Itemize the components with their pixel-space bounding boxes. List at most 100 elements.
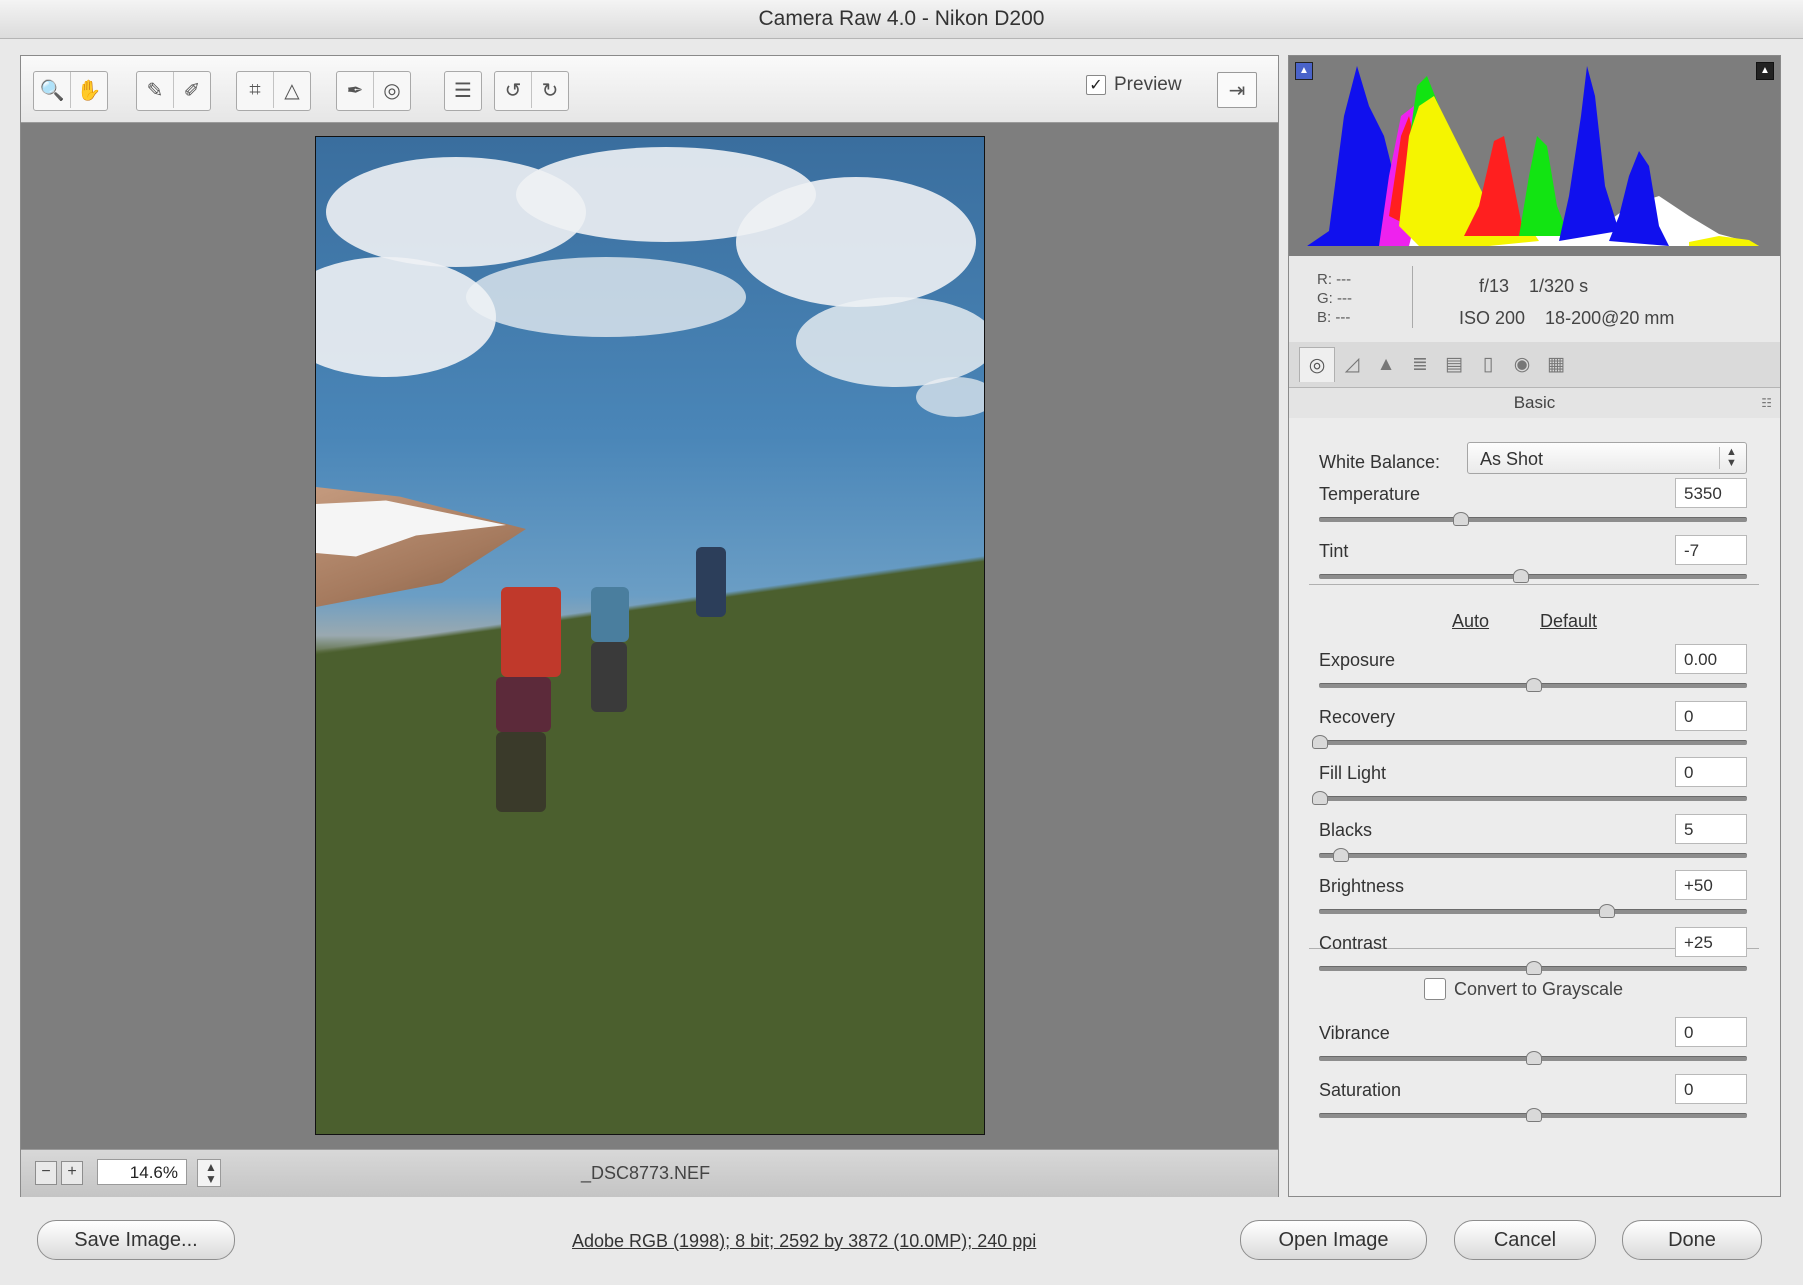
recovery-value-field[interactable]: 0 — [1675, 701, 1747, 731]
color-sampler-tool-icon[interactable]: ✐ — [174, 72, 210, 108]
preferences-icon[interactable]: ☰ — [445, 72, 481, 108]
workflow-options-link[interactable]: Adobe RGB (1998); 8 bit; 2592 by 3872 (1… — [572, 1231, 1036, 1252]
lens: 18-200@20 mm — [1545, 308, 1675, 328]
shutter-speed: 1/320 s — [1529, 276, 1589, 296]
preview-label: Preview — [1114, 74, 1182, 95]
vibrance-slider-thumb[interactable] — [1526, 1051, 1542, 1065]
saturation-value-field[interactable]: 0 — [1675, 1074, 1747, 1104]
exposure-slider-track[interactable] — [1319, 678, 1747, 692]
tab-camera-calibration[interactable]: ◉ — [1505, 348, 1539, 382]
fill-light-label: Fill Light — [1319, 763, 1387, 783]
tab-presets[interactable]: ▦ — [1539, 348, 1573, 382]
iso: ISO 200 — [1459, 308, 1526, 328]
rotate-right-icon[interactable]: ↻ — [532, 72, 568, 108]
temperature-slider-thumb[interactable] — [1453, 512, 1470, 526]
retouch-tool-icon[interactable]: ✒ — [337, 72, 374, 108]
recovery-slider-thumb[interactable] — [1312, 735, 1328, 749]
blacks-slider-thumb[interactable] — [1333, 848, 1350, 862]
preview-image[interactable] — [315, 136, 985, 1135]
contrast-value-field[interactable]: +25 — [1675, 927, 1747, 957]
tab-hsl[interactable]: ≣ — [1403, 348, 1437, 382]
select-arrows-icon: ▲▼ — [1719, 447, 1740, 469]
white-balance-select[interactable]: As Shot ▲▼ — [1467, 442, 1747, 474]
temperature-slider-track[interactable] — [1319, 512, 1747, 526]
tint-slider-thumb[interactable] — [1513, 569, 1530, 583]
cancel-button[interactable]: Cancel — [1454, 1220, 1596, 1260]
slider-recovery: Recovery 0 — [1312, 701, 1747, 757]
zoom-out-button[interactable]: − — [35, 1161, 57, 1185]
open-image-button[interactable]: Open Image — [1240, 1220, 1427, 1260]
brightness-label: Brightness — [1319, 876, 1405, 896]
zoom-in-button[interactable]: + — [61, 1161, 83, 1185]
rgb-readout: R: --- G: --- B: --- — [1317, 270, 1352, 327]
vibrance-slider-track[interactable] — [1319, 1051, 1747, 1065]
tab-detail[interactable]: ▲ — [1369, 348, 1403, 382]
fill-light-slider-track[interactable] — [1312, 791, 1747, 805]
toolbar: 🔍 ✋ ✎ ✐ ⌗ △ ✒ ◎ ☰ ↺ ↻ ✓ Preview ⇥ — [21, 56, 1278, 123]
contrast-slider-track[interactable] — [1319, 961, 1747, 975]
blacks-label: Blacks — [1319, 820, 1373, 840]
tab-split-toning[interactable]: ▤ — [1437, 348, 1471, 382]
toolbar-group-prefs: ☰ — [444, 71, 482, 111]
exposure-value-field[interactable]: 0.00 — [1675, 644, 1747, 674]
white-balance-tool-icon[interactable]: ✎ — [137, 72, 174, 108]
zoom-level-field[interactable]: 14.6% — [97, 1159, 187, 1185]
vibrance-value-field[interactable]: 0 — [1675, 1017, 1747, 1047]
dialog-footer: Save Image... Adobe RGB (1998); 8 bit; 2… — [0, 1205, 1803, 1275]
vibrance-label: Vibrance — [1319, 1023, 1390, 1043]
tint-value-field[interactable]: -7 — [1675, 535, 1747, 565]
saturation-slider-thumb[interactable] — [1526, 1108, 1542, 1122]
toolbar-group-rotate: ↺ ↻ — [494, 71, 569, 111]
done-button[interactable]: Done — [1622, 1220, 1762, 1260]
image-info: R: --- G: --- B: --- f/13 1/320 s ISO 200… — [1289, 256, 1780, 343]
aperture: f/13 — [1479, 276, 1510, 296]
brightness-value-field[interactable]: +50 — [1675, 870, 1747, 900]
fill-light-slider-thumb[interactable] — [1312, 791, 1328, 805]
slider-contrast: Contrast +25 — [1319, 927, 1747, 983]
fill-light-value-field[interactable]: 0 — [1675, 757, 1747, 787]
slider-temperature: Temperature 5350 — [1319, 478, 1747, 534]
tab-basic[interactable]: ◎ — [1299, 347, 1335, 382]
b-label: B: — [1317, 309, 1332, 326]
fullscreen-button[interactable]: ⇥ — [1217, 72, 1257, 108]
save-image-button[interactable]: Save Image... — [37, 1220, 235, 1260]
toolbar-group-sampling: ✎ ✐ — [136, 71, 211, 111]
highlight-clipping-toggle[interactable]: ▲ — [1756, 62, 1774, 80]
saturation-slider-track[interactable] — [1319, 1108, 1747, 1122]
preview-toggle[interactable]: ✓ Preview — [1086, 74, 1182, 96]
blacks-value-field[interactable]: 5 — [1675, 814, 1747, 844]
tab-tone-curve[interactable]: ◿ — [1335, 348, 1369, 382]
red-eye-tool-icon[interactable]: ◎ — [374, 72, 410, 108]
r-value: --- — [1336, 271, 1352, 288]
tint-slider-track[interactable] — [1319, 569, 1747, 583]
auto-button[interactable]: Auto — [1452, 611, 1489, 632]
filename-label: _DSC8773.NEF — [581, 1163, 711, 1183]
tab-lens-corrections[interactable]: ▯ — [1471, 348, 1505, 382]
zoom-stepper[interactable]: ▲▼ — [197, 1159, 221, 1187]
zoom-stepper-arrows: ▲▼ — [205, 1160, 217, 1186]
zoom-tool-icon[interactable]: 🔍 — [34, 72, 71, 108]
default-button[interactable]: Default — [1540, 611, 1597, 632]
histogram: ▲ ▲ — [1289, 56, 1780, 257]
crop-tool-icon[interactable]: ⌗ — [237, 72, 274, 108]
preview-checkbox[interactable]: ✓ — [1086, 75, 1106, 95]
hand-tool-icon[interactable]: ✋ — [71, 72, 107, 108]
toolbar-group-crop: ⌗ △ — [236, 71, 311, 111]
panel-header: Basic ☷ — [1289, 388, 1780, 419]
blacks-slider-track[interactable] — [1319, 848, 1747, 862]
straighten-tool-icon[interactable]: △ — [274, 72, 310, 108]
g-value: --- — [1337, 290, 1353, 307]
basic-panel: White Balance: As Shot ▲▼ Auto Default C… — [1289, 418, 1780, 1196]
contrast-slider-thumb[interactable] — [1526, 961, 1542, 975]
shadow-clipping-toggle[interactable]: ▲ — [1295, 62, 1313, 80]
brightness-slider-track[interactable] — [1319, 904, 1747, 918]
temperature-value-field[interactable]: 5350 — [1675, 478, 1747, 508]
rotate-left-icon[interactable]: ↺ — [495, 72, 532, 108]
exposure-slider-thumb[interactable] — [1526, 678, 1542, 692]
panel-menu-icon[interactable]: ☷ — [1761, 388, 1772, 418]
slider-blacks: Blacks 5 — [1319, 814, 1747, 870]
fullscreen-icon: ⇥ — [1228, 79, 1246, 102]
brightness-slider-thumb[interactable] — [1598, 904, 1615, 918]
recovery-slider-track[interactable] — [1312, 735, 1747, 749]
slider-vibrance: Vibrance 0 — [1319, 1017, 1747, 1073]
